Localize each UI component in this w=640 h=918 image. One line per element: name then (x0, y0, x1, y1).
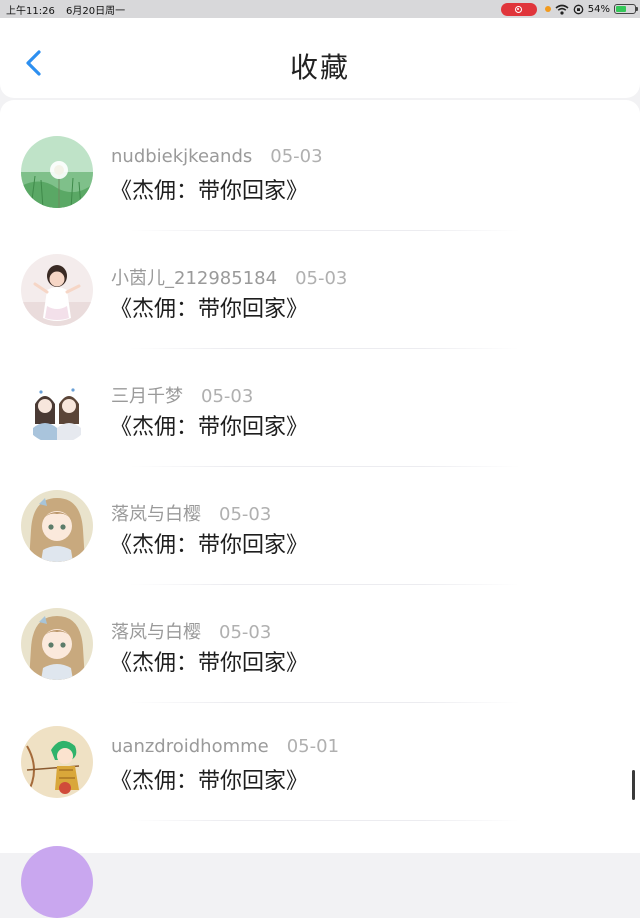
status-date: 6月20日周一 (66, 6, 126, 17)
anime-girl-avatar (21, 490, 93, 562)
item-username: 小茵儿_212985184 (111, 268, 278, 289)
list-item[interactable]: 落岚与白樱 05-03 《杰佣：带你回家》 (0, 454, 640, 585)
item-title: 《杰佣：带你回家》 (110, 651, 309, 676)
item-meta: 小茵儿_212985184 05-03 (111, 264, 347, 290)
item-title: 《杰佣：带你回家》 (110, 533, 309, 558)
list-item[interactable]: 小茵儿_212985184 05-03 《杰佣：带你回家》 (0, 218, 640, 349)
item-date: 05-03 (295, 268, 348, 289)
item-username: 落岚与白樱 (111, 622, 201, 643)
item-meta: uanzdroidhomme 05-01 (111, 736, 339, 757)
item-date: 05-03 (201, 386, 254, 407)
item-meta: 三月千梦 05-03 (111, 382, 253, 408)
item-date: 05-01 (286, 736, 340, 757)
item-username: 三月千梦 (111, 386, 183, 407)
orientation-lock-icon (573, 4, 584, 14)
wifi-icon (555, 4, 569, 15)
screen-recording-icon (500, 2, 537, 16)
item-username: 落岚与白樱 (111, 504, 201, 525)
page-title: 收藏 (289, 51, 350, 84)
next-item-avatar[interactable] (21, 846, 93, 918)
dandelion-avatar (21, 136, 93, 208)
item-meta: 落岚与白樱 05-03 (111, 500, 271, 526)
battery-level (616, 6, 626, 12)
status-right: 54% (500, 1, 638, 17)
item-title: 《杰佣：带你回家》 (110, 415, 309, 440)
anime-girl-avatar (21, 608, 93, 680)
favorites-list[interactable]: nudbiekjkeands 05-03 《杰佣：带你回家》 小茵儿_212985… (0, 100, 640, 853)
list-item[interactable]: 落岚与白樱 05-03 《杰佣：带你回家》 (0, 572, 640, 703)
green-hair-archer-avatar (21, 726, 93, 798)
battery-icon (614, 4, 638, 14)
item-title: 《杰佣：带你回家》 (110, 297, 309, 322)
list-item[interactable]: nudbiekjkeands 05-03 《杰佣：带你回家》 (0, 100, 640, 231)
two-girls-drawing-avatar (21, 372, 93, 444)
item-meta: 落岚与白樱 05-03 (111, 618, 271, 644)
scrollbar[interactable] (632, 770, 635, 800)
divider (130, 820, 520, 821)
item-date: 05-03 (219, 504, 272, 525)
item-title: 《杰佣：带你回家》 (110, 769, 309, 794)
battery-percent: 54% (587, 3, 610, 15)
item-username: uanzdroidhomme (111, 736, 269, 757)
nav-header: 收藏 (0, 18, 640, 98)
privacy-indicator-icon (544, 6, 551, 12)
girl-photo-avatar (21, 254, 93, 326)
list-item[interactable]: 三月千梦 05-03 《杰佣：带你回家》 (0, 336, 640, 467)
item-username: nudbiekjkeands (111, 146, 253, 167)
item-title: 《杰佣：带你回家》 (110, 179, 309, 204)
item-date: 05-03 (270, 146, 323, 167)
status-time: 上午11:26 (6, 6, 55, 17)
list-item[interactable]: uanzdroidhomme 05-01 《杰佣：带你回家》 (0, 690, 640, 821)
item-meta: nudbiekjkeands 05-03 (111, 146, 323, 167)
status-left: 上午11:26 6月20日周一 (6, 2, 133, 17)
status-bar: 上午11:26 6月20日周一 54% (0, 0, 640, 18)
item-date: 05-03 (219, 622, 272, 643)
